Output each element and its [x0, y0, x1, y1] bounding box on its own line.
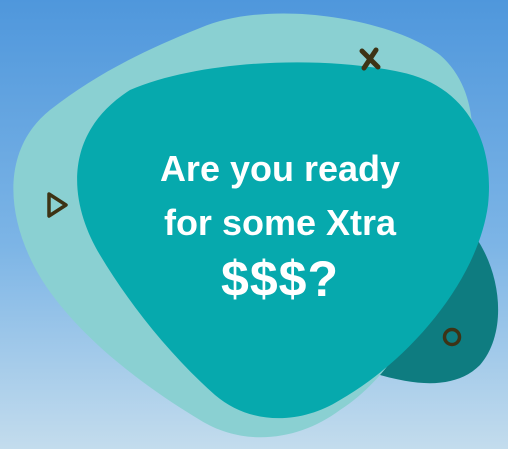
headline-line-3: $$$? [221, 251, 339, 307]
headline-line-1: Are you ready [159, 148, 401, 189]
headline: Are you ready for some Xtra $$$? [110, 142, 450, 312]
headline-line-2: for some Xtra [163, 202, 397, 243]
